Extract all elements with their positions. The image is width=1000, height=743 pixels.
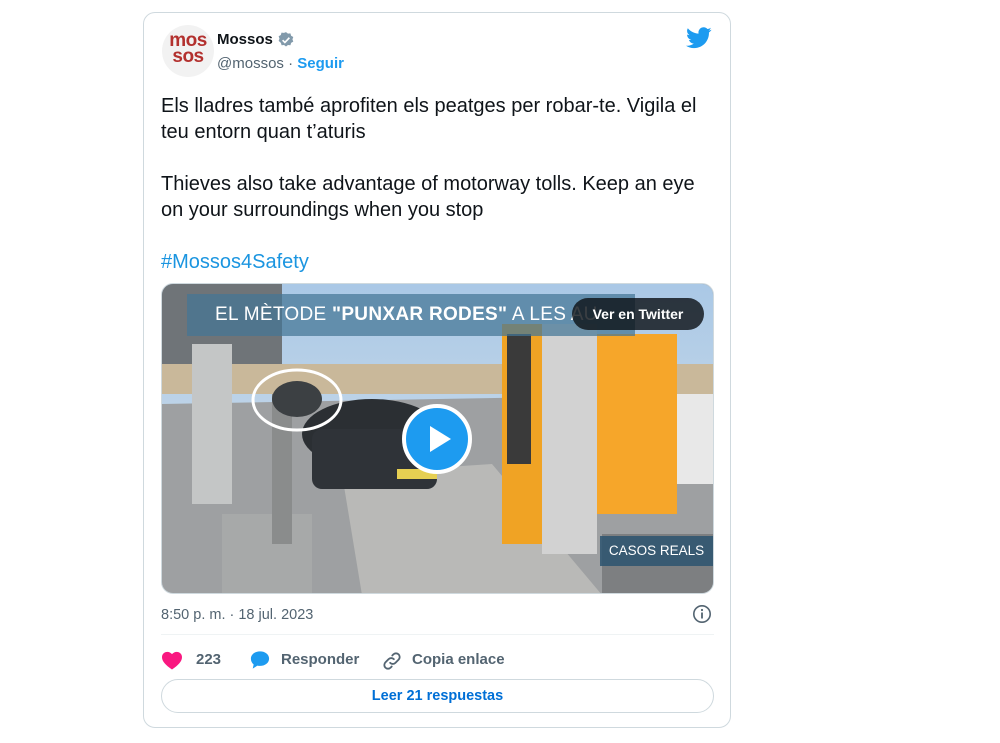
hashtag-link[interactable]: #Mossos4Safety — [161, 251, 309, 273]
twitter-bird-icon[interactable] — [686, 27, 712, 49]
tweet-text: Els lladres també aprofiten els peatges … — [161, 93, 717, 275]
copy-link-button[interactable]: Copia enlace — [381, 649, 511, 671]
display-name[interactable]: Mossos — [217, 31, 273, 48]
handle-row: @mossos · Seguir — [217, 55, 344, 72]
verified-badge-icon — [278, 32, 294, 47]
tweet-paragraph-english: Thieves also take advantage of motorway … — [161, 173, 695, 221]
info-icon[interactable] — [692, 604, 712, 624]
follow-button[interactable]: Seguir — [297, 55, 344, 72]
link-icon — [383, 652, 401, 670]
like-count: 223 — [196, 651, 222, 668]
divider — [161, 634, 714, 635]
video-title-banner: EL MÈTODE "PUNXAR RODES" A LES AU — [187, 294, 635, 336]
avatar[interactable]: mos sos — [162, 25, 214, 77]
handle[interactable]: @mossos — [217, 55, 284, 72]
reply-label: Responder — [281, 651, 360, 668]
reply-button[interactable]: Responder — [249, 649, 359, 671]
play-button[interactable] — [402, 404, 472, 474]
watch-on-twitter-button[interactable]: Ver en Twitter — [572, 298, 704, 330]
reply-bubble-icon — [250, 651, 270, 669]
tweet-card: mos sos Mossos @mossos · Seguir Els llad… — [143, 12, 731, 728]
separator: · — [288, 55, 294, 72]
avatar-logo: mos sos — [169, 30, 207, 67]
like-button[interactable]: 223 — [161, 649, 231, 671]
video-player[interactable]: EL MÈTODE "PUNXAR RODES" A LES AU Ver en… — [161, 283, 714, 594]
timestamp-link[interactable]: 8:50 p. m. · 18 jul. 2023 — [161, 607, 313, 623]
heart-icon — [162, 651, 182, 670]
copy-link-label: Copia enlace — [412, 651, 505, 668]
read-replies-button[interactable]: Leer 21 respuestas — [161, 679, 714, 713]
casos-reals-badge: CASOS REALS — [600, 536, 713, 566]
play-icon — [430, 426, 451, 452]
tweet-paragraph-catalan: Els lladres també aprofiten els peatges … — [161, 95, 697, 143]
